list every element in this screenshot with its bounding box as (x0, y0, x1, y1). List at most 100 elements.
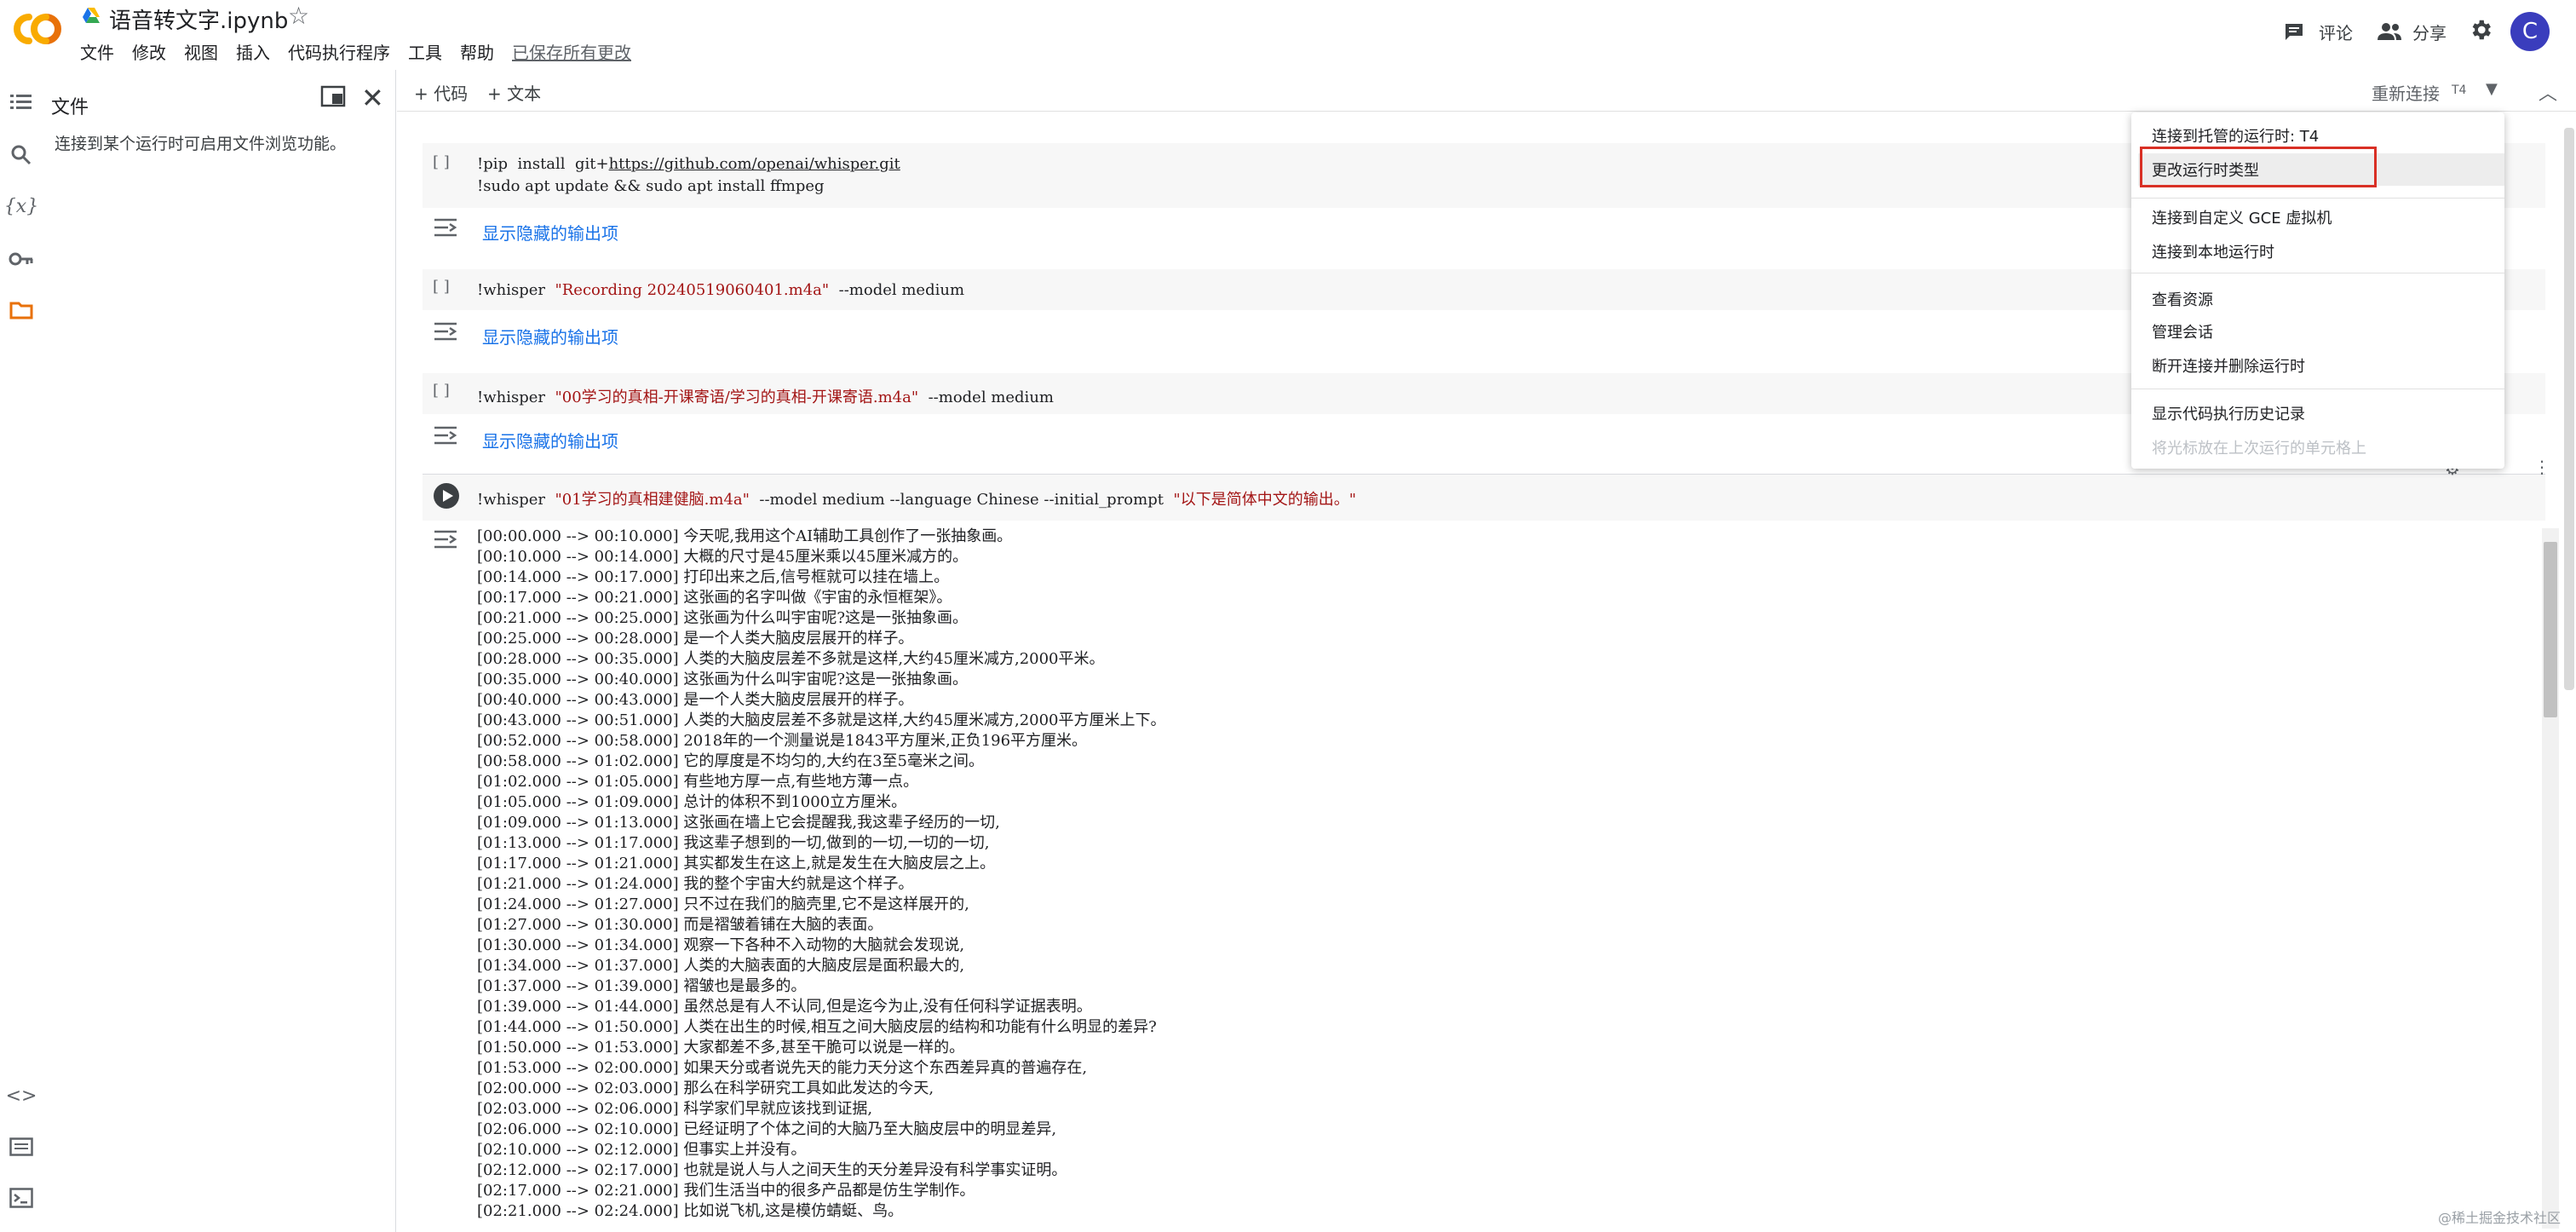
output-line: [01:09.000 --> 01:13.000] 这张画在墙上它会提醒我,我这… (477, 814, 1000, 832)
add-code-button[interactable]: + 代码 (414, 80, 468, 105)
people-icon (2378, 23, 2401, 40)
output-line: [01:53.000 --> 02:00.000] 如果天分或者说先天的能力天分… (477, 1059, 1088, 1077)
run-cell-icon[interactable] (434, 483, 459, 509)
output-toggle-icon[interactable] (433, 216, 458, 239)
output-line: [00:10.000 --> 00:14.000] 大概的尺寸是45厘米乘以45… (477, 548, 969, 566)
cell-execution-count[interactable]: [ ] (433, 278, 450, 296)
colab-logo-icon[interactable] (10, 10, 65, 48)
code-string: "Recording 20240519060401.m4a" (555, 281, 830, 299)
notebook-title[interactable]: 语音转文字.ipynb (109, 3, 288, 35)
cell-output: [00:00.000 --> 00:10.000] 今天呢,我用这个AI辅助工具… (477, 527, 2521, 1222)
cell-execution-count[interactable]: [ ] (433, 382, 450, 400)
comment-label: 评论 (2319, 22, 2353, 43)
runtime-dropdown-caret-icon[interactable]: ▼ (2486, 80, 2498, 98)
menu-item-go-to-last-cell: 将光标放在上次运行的单元格上 (2152, 440, 2366, 458)
menu-tools[interactable]: 工具 (408, 39, 442, 65)
code-string: "01学习的真相建健脑.m4a" (555, 491, 750, 509)
output-line: [02:06.000 --> 02:10.000] 已经证明了个体之间的大脑乃至… (477, 1120, 1057, 1138)
output-line: [00:00.000 --> 00:10.000] 今天呢,我用这个AI辅助工具… (477, 527, 1013, 545)
menu-item-disconnect-delete[interactable]: 断开连接并删除运行时 (2152, 354, 2305, 377)
code-string: "00学习的真相-开课寄语/学习的真相-开课寄语.m4a" (555, 389, 919, 406)
output-line: [02:03.000 --> 02:06.000] 科学家们早就应该找到证据, (477, 1100, 873, 1118)
output-line: [01:39.000 --> 01:44.000] 虽然总是有人不认同,但是迄今… (477, 998, 1092, 1016)
menu-item-manage-sessions[interactable]: 管理会话 (2152, 320, 2213, 343)
runtime-dropdown-menu: 连接到托管的运行时: T4 更改运行时类型 连接到自定义 GCE 虚拟机 连接到… (2131, 112, 2504, 469)
menu-bar: 文件 修改 视图 插入 代码执行程序 工具 帮助 已保存所有更改 (80, 39, 649, 65)
output-line: [02:10.000 --> 02:12.000] 但事实上并没有。 (477, 1141, 807, 1159)
output-line: [02:21.000 --> 02:24.000] 比如说飞机,这是模仿蜻蜓、鸟… (477, 1202, 904, 1220)
chevron-up-icon[interactable]: ︿ (2539, 78, 2557, 106)
output-line: [00:35.000 --> 00:40.000] 这张画为什么叫宇宙呢?这是一… (477, 671, 969, 688)
code-line[interactable]: !whisper "00学习的真相-开课寄语/学习的真相-开课寄语.m4a" -… (477, 385, 1054, 407)
file-panel-title: 文件 (51, 97, 89, 118)
output-line: [00:40.000 --> 00:43.000] 是一个人类大脑皮层展开的样子… (477, 691, 914, 709)
menu-edit[interactable]: 修改 (132, 39, 166, 65)
share-label: 分享 (2412, 22, 2447, 43)
output-line: [00:17.000 --> 00:21.000] 这张画的名字叫做《宇宙的永恒… (477, 589, 952, 607)
output-toggle-icon[interactable] (433, 320, 458, 343)
search-icon[interactable] (6, 140, 37, 170)
comment-icon (2286, 24, 2303, 40)
output-line: [02:00.000 --> 02:03.000] 那么在科学研究工具如此发达的… (477, 1079, 934, 1097)
google-drive-icon[interactable] (82, 7, 101, 24)
saved-status[interactable]: 已保存所有更改 (512, 39, 631, 65)
output-line: [00:52.000 --> 00:58.000] 2018年的一个测量说是18… (477, 732, 1088, 750)
code-token: !whisper (477, 281, 546, 299)
account-avatar[interactable]: C (2510, 12, 2550, 51)
code-line[interactable]: !pip install git+https://github.com/open… (477, 155, 900, 173)
output-line: [01:02.000 --> 01:05.000] 有些地方厚一点,有些地方薄一… (477, 773, 919, 791)
close-icon[interactable]: ✕ (361, 82, 384, 114)
output-toggle-icon[interactable] (433, 424, 458, 446)
output-line: [00:28.000 --> 00:35.000] 人类的大脑皮层差不多就是这样… (477, 650, 1105, 668)
table-of-contents-icon[interactable] (6, 87, 37, 118)
menu-item-view-resources[interactable]: 查看资源 (2152, 288, 2213, 310)
code-snippets-icon[interactable]: <> (6, 1080, 37, 1111)
code-line[interactable]: !sudo apt update && sudo apt install ffm… (477, 177, 825, 195)
file-panel-message: 连接到某个运行时可启用文件浏览功能。 (55, 135, 347, 153)
output-line: [02:17.000 --> 02:21.000] 我们生活当中的很多产品都是仿… (477, 1182, 975, 1200)
code-line[interactable]: !whisper "Recording 20240519060401.m4a" … (477, 281, 964, 299)
show-hidden-output-link[interactable]: 显示隐藏的输出项 (482, 220, 618, 245)
output-line: [01:30.000 --> 01:34.000] 观察一下各种不入动物的大脑就… (477, 936, 965, 954)
show-hidden-output-link[interactable]: 显示隐藏的输出项 (482, 428, 618, 452)
reconnect-button[interactable]: 重新连接 (2372, 80, 2440, 105)
folder-icon[interactable] (6, 295, 37, 325)
menu-runtime[interactable]: 代码执行程序 (288, 39, 390, 65)
output-line: [00:43.000 --> 00:51.000] 人类的大脑皮层差不多就是这样… (477, 711, 1166, 729)
command-palette-icon[interactable] (6, 1131, 37, 1162)
open-in-new-window-icon[interactable] (320, 85, 346, 107)
variables-icon[interactable]: {x} (4, 191, 38, 222)
key-icon[interactable] (6, 244, 37, 274)
show-hidden-output-link[interactable]: 显示隐藏的输出项 (482, 324, 618, 348)
notebook-scrollbar-thumb[interactable] (2564, 128, 2574, 690)
output-line: [02:12.000 --> 02:17.000] 也就是说人与人之间天生的天分… (477, 1161, 1067, 1179)
cell-execution-count[interactable]: [ ] (433, 153, 450, 171)
comment-button[interactable]: 评论 (2283, 19, 2353, 44)
menu-insert[interactable]: 插入 (236, 39, 270, 65)
menu-item-execution-history[interactable]: 显示代码执行历史记录 (2152, 402, 2305, 424)
code-token: --model medium (928, 389, 1054, 406)
menu-view[interactable]: 视图 (184, 39, 218, 65)
terminal-icon[interactable] (6, 1183, 37, 1213)
menu-item-connect-gce[interactable]: 连接到自定义 GCE 虚拟机 (2152, 206, 2332, 228)
output-line: [01:17.000 --> 01:21.000] 其实都发生在这上,就是发生在… (477, 855, 996, 872)
more-options-icon[interactable]: ⋮ (2533, 457, 2550, 477)
settings-gear-icon[interactable] (2468, 17, 2493, 43)
share-button[interactable]: 分享 (2377, 19, 2447, 44)
output-line: [01:27.000 --> 01:30.000] 而是褶皱着铺在大脑的表面。 (477, 916, 883, 934)
notebook-toolbar (397, 72, 2576, 112)
output-line: [01:50.000 --> 01:53.000] 大家都差不多,甚至干脆可以说… (477, 1039, 965, 1056)
menu-item-connect-hosted[interactable]: 连接到托管的运行时: T4 (2152, 124, 2319, 147)
menu-help[interactable]: 帮助 (460, 39, 494, 65)
add-text-button[interactable]: + 文本 (487, 80, 541, 105)
output-scrollbar-thumb[interactable] (2544, 542, 2557, 717)
code-line[interactable]: !whisper "01学习的真相建健脑.m4a" --model medium… (477, 487, 1356, 509)
output-line: [01:21.000 --> 01:24.000] 我的整个宇宙大约就是这个样子… (477, 875, 914, 893)
menu-file[interactable]: 文件 (80, 39, 114, 65)
star-icon[interactable]: ☆ (288, 2, 309, 30)
menu-item-connect-local[interactable]: 连接到本地运行时 (2152, 240, 2274, 262)
highlight-annotation-box (2140, 147, 2377, 187)
code-string: "以下是简体中文的输出。" (1173, 491, 1356, 509)
output-toggle-icon[interactable] (433, 528, 458, 550)
menu-divider (2131, 198, 2504, 199)
